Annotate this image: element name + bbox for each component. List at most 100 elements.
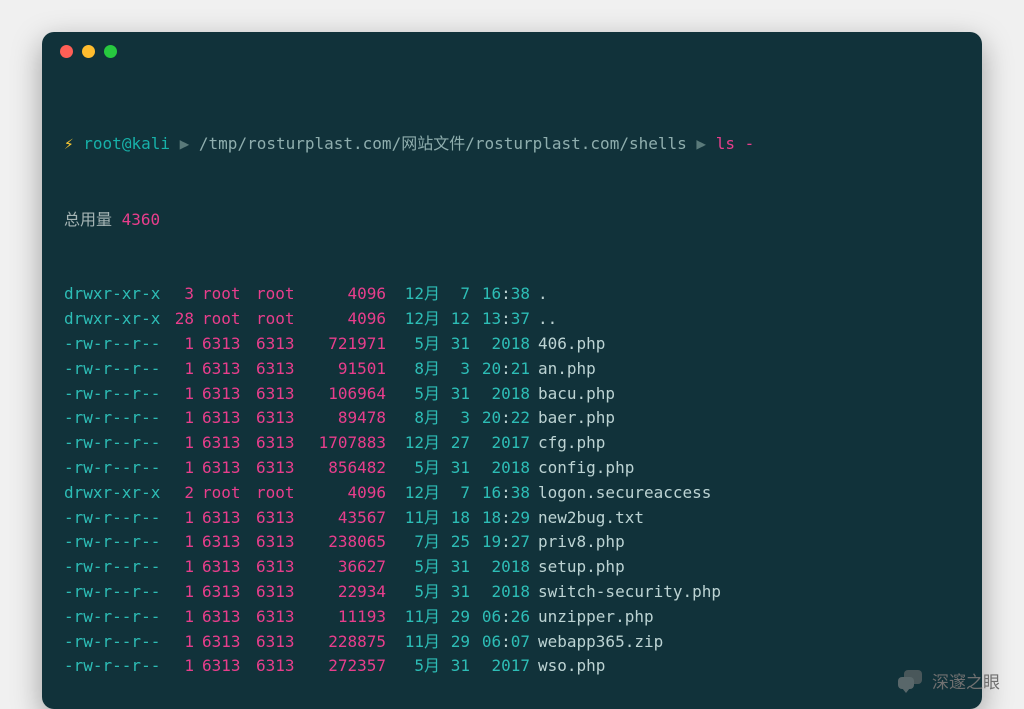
month: 8月 [390, 406, 440, 431]
permissions: -rw-r--r-- [64, 506, 164, 531]
day: 27 [440, 431, 470, 456]
group: 6313 [256, 506, 306, 531]
permissions: -rw-r--r-- [64, 654, 164, 679]
prompt-line: ⚡ root@kali ▶ /tmp/rosturplast.com/网站文件/… [64, 132, 962, 157]
group: 6313 [256, 406, 306, 431]
group: 6313 [256, 654, 306, 679]
group: 6313 [256, 555, 306, 580]
day: 31 [440, 654, 470, 679]
wechat-icon [898, 670, 924, 692]
month: 8月 [390, 357, 440, 382]
group: 6313 [256, 530, 306, 555]
size: 91501 [306, 357, 386, 382]
month: 5月 [390, 654, 440, 679]
time: 06:26 [474, 605, 530, 630]
link-count: 1 [164, 431, 194, 456]
link-count: 1 [164, 555, 194, 580]
link-count: 1 [164, 580, 194, 605]
day: 31 [440, 555, 470, 580]
year: 2018 [474, 456, 530, 481]
list-item: -rw-r--r--163136313915018月320:21an.php [64, 357, 962, 382]
file-name: logon.secureaccess [538, 481, 711, 506]
link-count: 1 [164, 332, 194, 357]
size: 856482 [306, 456, 386, 481]
close-icon[interactable] [60, 45, 73, 58]
list-item: -rw-r--r--1631363131069645月312018bacu.ph… [64, 382, 962, 407]
list-item: -rw-r--r--1631363134356711月1818:29new2bu… [64, 506, 962, 531]
permissions: -rw-r--r-- [64, 332, 164, 357]
list-item: drwxr-xr-x3rootroot409612月716:38. [64, 282, 962, 307]
link-count: 1 [164, 605, 194, 630]
window-titlebar [42, 32, 982, 70]
day: 29 [440, 605, 470, 630]
owner: 6313 [202, 382, 252, 407]
size: 43567 [306, 506, 386, 531]
group: root [256, 307, 306, 332]
file-listing: drwxr-xr-x3rootroot409612月716:38.drwxr-x… [64, 282, 962, 679]
group: 6313 [256, 357, 306, 382]
day: 31 [440, 456, 470, 481]
year: 2017 [474, 654, 530, 679]
year: 2018 [474, 332, 530, 357]
month: 11月 [390, 630, 440, 655]
list-item: -rw-r--r--163136313366275月312018setup.ph… [64, 555, 962, 580]
minimize-icon[interactable] [82, 45, 95, 58]
year: 2018 [474, 382, 530, 407]
owner: 6313 [202, 357, 252, 382]
size: 89478 [306, 406, 386, 431]
watermark: 深邃之眼 [898, 668, 1000, 693]
time: 19:27 [474, 530, 530, 555]
total-value: 4360 [122, 210, 161, 229]
file-name: wso.php [538, 654, 605, 679]
day: 3 [440, 406, 470, 431]
permissions: -rw-r--r-- [64, 555, 164, 580]
owner: 6313 [202, 406, 252, 431]
file-name: cfg.php [538, 431, 605, 456]
month: 5月 [390, 555, 440, 580]
list-item: -rw-r--r--16313631322887511月2906:07webap… [64, 630, 962, 655]
file-name: 406.php [538, 332, 605, 357]
owner: 6313 [202, 605, 252, 630]
watermark-text: 深邃之眼 [932, 668, 1000, 693]
link-count: 1 [164, 530, 194, 555]
year: 2018 [474, 555, 530, 580]
link-count: 3 [164, 282, 194, 307]
permissions: drwxr-xr-x [64, 282, 164, 307]
day: 3 [440, 357, 470, 382]
day: 18 [440, 506, 470, 531]
permissions: -rw-r--r-- [64, 580, 164, 605]
owner: 6313 [202, 654, 252, 679]
time: 20:21 [474, 357, 530, 382]
day: 25 [440, 530, 470, 555]
group: root [256, 481, 306, 506]
year: 2017 [474, 431, 530, 456]
link-count: 2 [164, 481, 194, 506]
separator-icon: ▶ [180, 134, 190, 153]
time: 16:38 [474, 282, 530, 307]
link-count: 1 [164, 630, 194, 655]
command-text: ls - [716, 134, 755, 153]
file-name: switch-security.php [538, 580, 721, 605]
owner: 6313 [202, 456, 252, 481]
size: 11193 [306, 605, 386, 630]
maximize-icon[interactable] [104, 45, 117, 58]
file-name: setup.php [538, 555, 625, 580]
size: 4096 [306, 481, 386, 506]
permissions: -rw-r--r-- [64, 605, 164, 630]
owner: 6313 [202, 580, 252, 605]
group: 6313 [256, 382, 306, 407]
link-count: 1 [164, 654, 194, 679]
permissions: -rw-r--r-- [64, 382, 164, 407]
month: 5月 [390, 580, 440, 605]
file-name: priv8.php [538, 530, 625, 555]
month: 11月 [390, 506, 440, 531]
list-item: drwxr-xr-x2rootroot409612月716:38logon.se… [64, 481, 962, 506]
separator-icon: ▶ [696, 134, 706, 153]
link-count: 28 [164, 307, 194, 332]
owner: 6313 [202, 530, 252, 555]
day: 29 [440, 630, 470, 655]
file-name: new2bug.txt [538, 506, 644, 531]
terminal-body[interactable]: ⚡ root@kali ▶ /tmp/rosturplast.com/网站文件/… [42, 70, 982, 709]
permissions: -rw-r--r-- [64, 357, 164, 382]
list-item: -rw-r--r--163136313229345月312018switch-s… [64, 580, 962, 605]
